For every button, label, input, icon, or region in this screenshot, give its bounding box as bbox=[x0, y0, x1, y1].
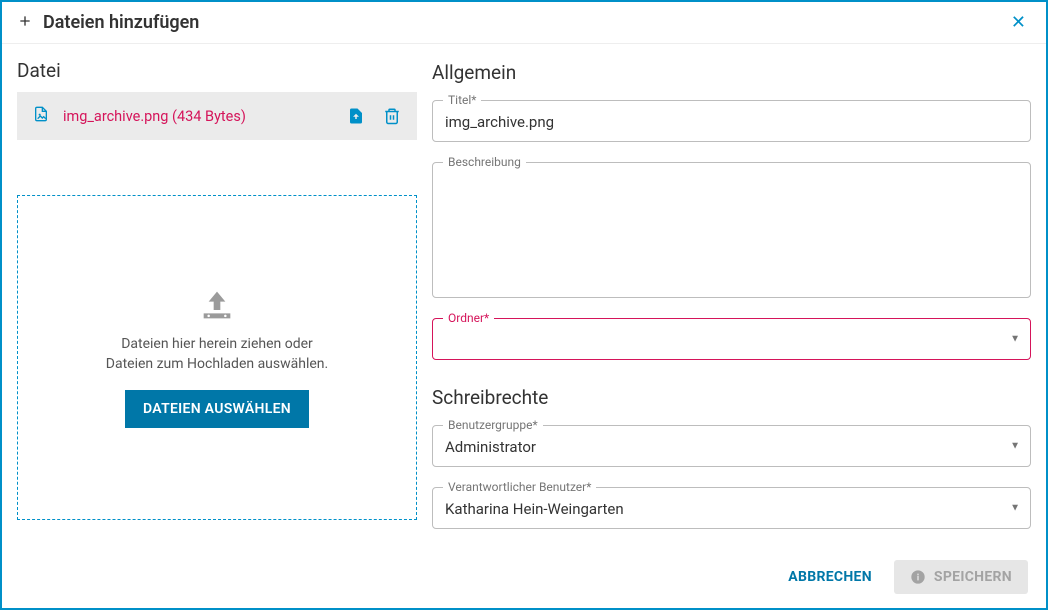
upload-icon bbox=[197, 287, 237, 327]
replace-file-button[interactable] bbox=[347, 107, 365, 125]
dropzone-text-line2: Dateien zum Hochladen auswählen. bbox=[106, 355, 328, 375]
save-button-label: SPEICHERN bbox=[934, 569, 1012, 585]
delete-file-button[interactable] bbox=[383, 107, 401, 125]
save-button[interactable]: SPEICHERN bbox=[894, 560, 1028, 594]
dialog-header: Dateien hinzufügen ✕ bbox=[2, 2, 1046, 44]
description-input[interactable] bbox=[433, 163, 1030, 293]
file-section-heading: Datei bbox=[17, 59, 417, 82]
file-actions bbox=[347, 107, 401, 125]
cancel-button[interactable]: ABBRECHEN bbox=[788, 569, 872, 585]
close-button[interactable]: ✕ bbox=[1006, 12, 1031, 33]
plus-icon bbox=[17, 13, 33, 33]
title-input[interactable] bbox=[433, 101, 1030, 141]
usergroup-label: Benutzergruppe* bbox=[443, 418, 543, 432]
dialog-title: Dateien hinzufügen bbox=[43, 12, 199, 33]
info-icon bbox=[910, 569, 926, 585]
general-section-heading: Allgemein bbox=[432, 61, 1031, 84]
file-dropzone[interactable]: Dateien hier herein ziehen oder Dateien … bbox=[17, 195, 417, 520]
permissions-section-heading: Schreibrechte bbox=[432, 386, 1031, 409]
folder-field-group: Ordner* ▼ bbox=[432, 318, 1031, 360]
responsible-user-label: Verantwortlicher Benutzer* bbox=[443, 480, 596, 494]
dropzone-text: Dateien hier herein ziehen oder Dateien … bbox=[106, 335, 328, 374]
responsible-user-select[interactable]: Katharina Hein-Weingarten bbox=[433, 488, 1030, 528]
dialog-content: Datei img_archive.png (434 Bytes) Dateie… bbox=[2, 44, 1046, 549]
description-field-group: Beschreibung bbox=[432, 162, 1031, 298]
left-column: Datei img_archive.png (434 Bytes) Dateie… bbox=[17, 59, 417, 549]
title-label: Titel* bbox=[443, 93, 481, 107]
usergroup-field-group: Benutzergruppe* Administrator ▼ bbox=[432, 425, 1031, 467]
folder-label: Ordner* bbox=[443, 311, 494, 325]
right-column: Allgemein Titel* Beschreibung Ordner* ▼ … bbox=[432, 59, 1031, 549]
file-name-label: img_archive.png (434 Bytes) bbox=[63, 108, 333, 125]
image-file-icon bbox=[33, 104, 49, 128]
usergroup-select[interactable]: Administrator bbox=[433, 426, 1030, 466]
title-field-group: Titel* bbox=[432, 100, 1031, 142]
select-files-button[interactable]: DATEIEN AUSWÄHLEN bbox=[125, 390, 309, 428]
header-left: Dateien hinzufügen bbox=[17, 12, 199, 33]
description-label: Beschreibung bbox=[443, 155, 526, 169]
responsible-user-field-group: Verantwortlicher Benutzer* Katharina Hei… bbox=[432, 487, 1031, 529]
dialog-footer: ABBRECHEN SPEICHERN bbox=[2, 546, 1046, 608]
dropzone-text-line1: Dateien hier herein ziehen oder bbox=[106, 335, 328, 355]
file-row[interactable]: img_archive.png (434 Bytes) bbox=[17, 92, 417, 140]
folder-select[interactable] bbox=[433, 319, 1030, 359]
